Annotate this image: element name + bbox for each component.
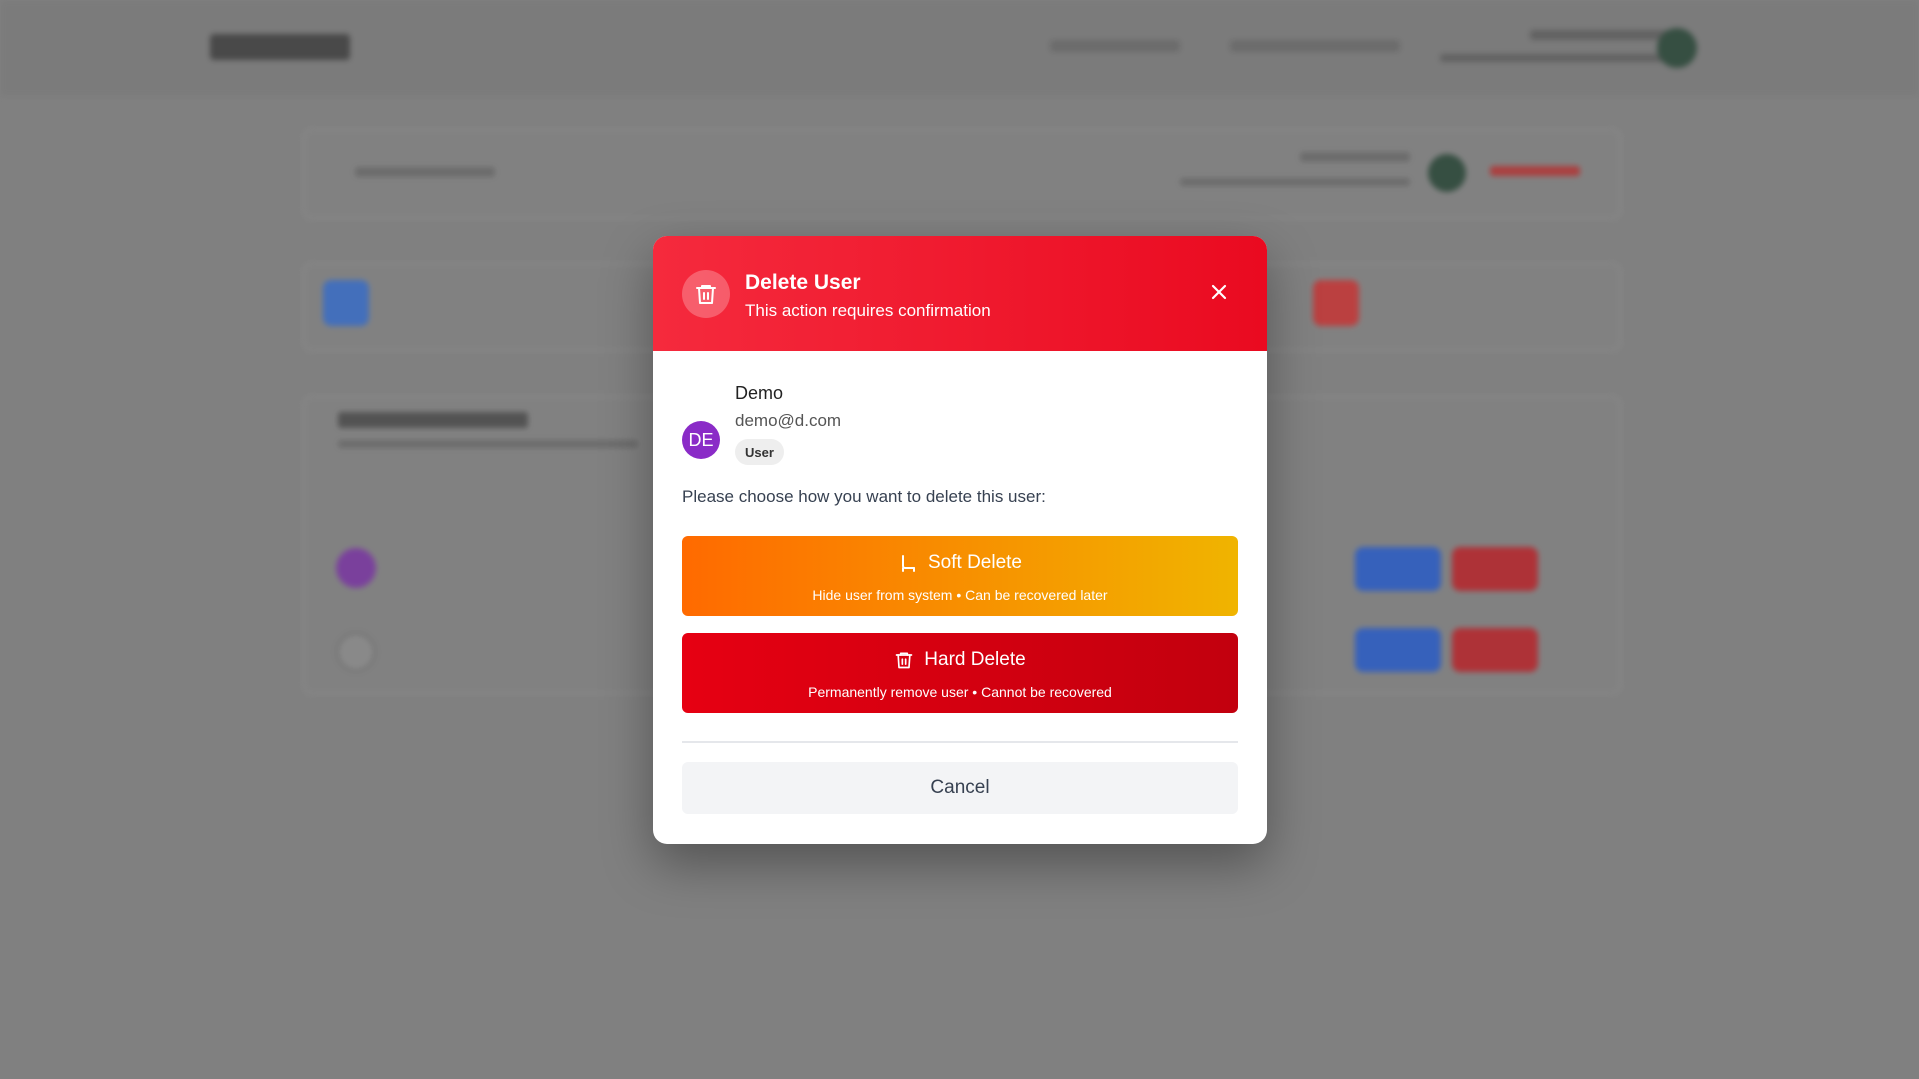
hard-delete-button[interactable]: Hard Delete Permanently remove user • Ca… bbox=[682, 633, 1238, 713]
hard-delete-label: Hard Delete bbox=[924, 649, 1026, 670]
background-brand bbox=[210, 34, 350, 60]
background-avatar bbox=[336, 632, 376, 672]
background-stat-icon bbox=[1313, 280, 1359, 326]
background-button bbox=[1355, 628, 1441, 672]
background-button bbox=[1452, 547, 1538, 591]
divider bbox=[682, 741, 1238, 743]
modal-subtitle: This action requires confirmation bbox=[745, 301, 991, 320]
trash-icon bbox=[682, 270, 730, 318]
background-button bbox=[1355, 547, 1441, 591]
background-user-text bbox=[1440, 54, 1670, 62]
background-line bbox=[355, 167, 495, 177]
background-line bbox=[338, 412, 528, 428]
background-line bbox=[1180, 178, 1410, 186]
background-button bbox=[1452, 628, 1538, 672]
background-nav-item bbox=[1050, 40, 1180, 52]
background-stat-icon bbox=[323, 280, 369, 326]
soft-delete-label: Soft Delete bbox=[928, 552, 1022, 573]
delete-user-modal: Delete User This action requires confirm… bbox=[653, 236, 1267, 844]
avatar: DE bbox=[682, 421, 720, 459]
background-nav-item bbox=[1230, 40, 1400, 52]
soft-delete-button[interactable]: Soft Delete Hide user from system • Can … bbox=[682, 536, 1238, 616]
user-name: Demo bbox=[735, 383, 784, 403]
background-line bbox=[1300, 152, 1410, 162]
background-avatar bbox=[1657, 28, 1697, 68]
hard-delete-description: Permanently remove user • Cannot be reco… bbox=[808, 684, 1112, 700]
soft-delete-description: Hide user from system • Can be recovered… bbox=[812, 587, 1108, 603]
close-button[interactable] bbox=[1207, 280, 1231, 304]
modal-title: Delete User bbox=[745, 271, 861, 294]
role-badge: User bbox=[735, 439, 784, 465]
user-email: demo@d.com bbox=[735, 411, 842, 430]
background-toolbar-card bbox=[302, 128, 1622, 220]
background-user-text bbox=[1530, 30, 1670, 40]
cancel-button[interactable]: Cancel bbox=[682, 762, 1238, 814]
delete-prompt: Please choose how you want to delete thi… bbox=[682, 487, 1046, 506]
modal-header: Delete User This action requires confirm… bbox=[653, 236, 1267, 351]
armchair-icon bbox=[902, 555, 915, 572]
background-line bbox=[1490, 166, 1580, 176]
background-avatar bbox=[336, 548, 376, 588]
trash-icon bbox=[895, 652, 913, 669]
background-avatar bbox=[1428, 154, 1466, 192]
close-icon bbox=[1211, 284, 1227, 300]
background-line bbox=[338, 440, 638, 448]
